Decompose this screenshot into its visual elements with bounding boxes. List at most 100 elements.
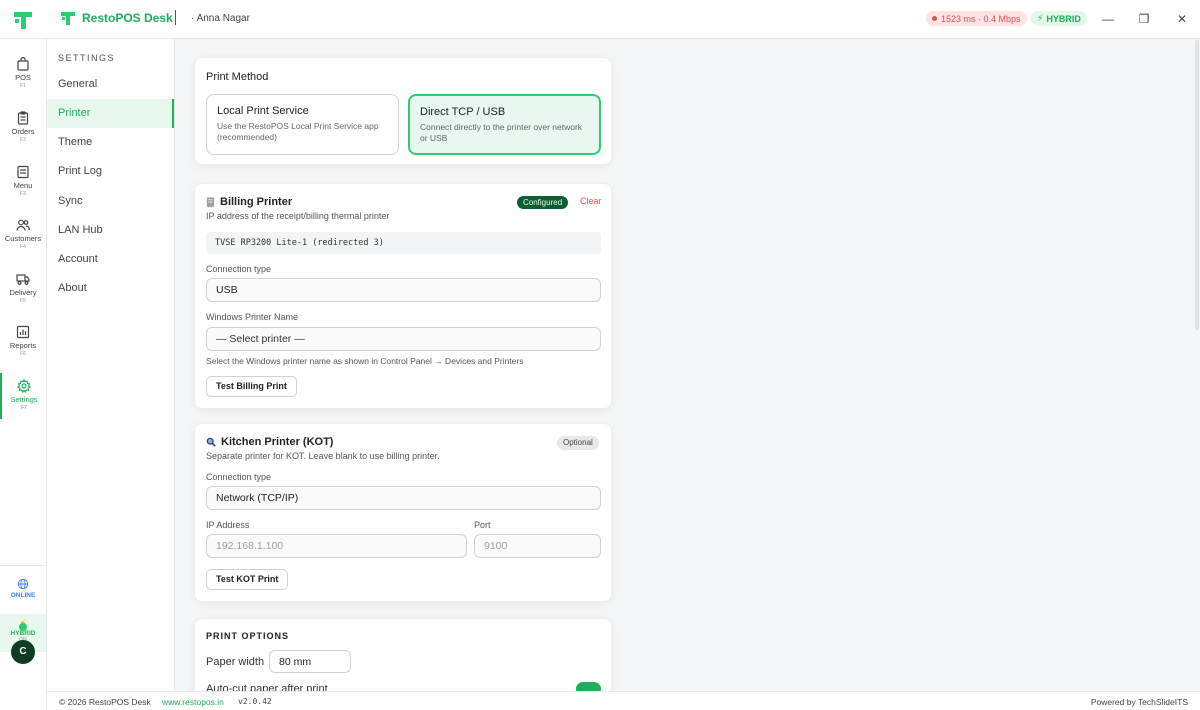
content-scrollbar[interactable]	[1195, 40, 1199, 330]
online-dot-icon	[19, 623, 27, 631]
rail-key: F7	[21, 405, 27, 411]
kitchen-title: Kitchen Printer (KOT)	[221, 436, 334, 448]
print-options-title: PRINT OPTIONS	[206, 631, 290, 641]
option-title: Local Print Service	[217, 105, 309, 117]
website-link[interactable]: www.restopos.in	[162, 697, 224, 707]
clipboard-icon	[17, 111, 29, 125]
brand-separator	[175, 10, 176, 25]
rail-item-delivery[interactable]: Delivery F5	[0, 266, 46, 312]
brand: RestoPOS Desk	[60, 10, 173, 26]
online-status[interactable]: ONLINE	[0, 578, 46, 599]
settings-heading: SETTINGS	[58, 53, 116, 63]
lightning-icon: ⚡	[1037, 13, 1044, 23]
bar-chart-icon	[16, 325, 30, 339]
restore-button[interactable]: ❐	[1137, 12, 1151, 26]
menu-list-icon	[17, 165, 29, 179]
avatar[interactable]: C	[11, 640, 35, 664]
rail-divider	[0, 565, 46, 566]
top-bar: RestoPOS Desk · Anna Nagar 1523 ms · 0.4…	[0, 0, 1200, 39]
nav-item-theme[interactable]: Theme	[47, 128, 174, 157]
nav-item-sync[interactable]: Sync	[47, 187, 174, 216]
rail-label: Menu	[13, 181, 33, 190]
rail-item-reports[interactable]: Reports F6	[0, 319, 46, 365]
copyright: © 2026 RestoPOS Desk	[59, 697, 151, 707]
windows-printer-select[interactable]: — Select printer —	[206, 327, 601, 351]
app-logo-icon[interactable]	[12, 9, 34, 31]
port-input[interactable]: 9100	[474, 534, 601, 558]
option-local-print-service[interactable]: Local Print Service Use the RestoPOS Loc…	[206, 94, 399, 155]
latency-dot-icon	[932, 16, 937, 21]
kitchen-title-row: Kitchen Printer (KOT)	[206, 436, 333, 448]
nav-item-print-log[interactable]: Print Log	[47, 157, 174, 186]
billing-printer-card: Billing Printer IP address of the receip…	[194, 183, 612, 409]
clear-link[interactable]: Clear	[580, 196, 602, 206]
billing-subtitle: IP address of the receipt/billing therma…	[206, 211, 390, 221]
location-label: · Anna Nagar	[191, 13, 250, 24]
rail-key: F4	[20, 244, 26, 250]
globe-icon	[17, 578, 29, 590]
rail-key: F1	[20, 83, 26, 89]
location-prefix: ·	[191, 13, 195, 24]
billing-conn-label: Connection type	[206, 264, 272, 274]
port-label: Port	[474, 520, 491, 530]
search-icon	[206, 437, 216, 447]
detected-printer: TVSE RP3200 Lite-1 (redirected 3)	[206, 232, 601, 254]
rail-item-pos[interactable]: POS F1	[0, 51, 46, 97]
nav-item-printer[interactable]: Printer	[47, 99, 174, 128]
kitchen-conn-label: Connection type	[206, 472, 272, 482]
test-billing-print-button[interactable]: Test Billing Print	[206, 376, 297, 397]
rail-label: Reports	[9, 341, 37, 350]
version: v2.0.42	[238, 697, 272, 706]
rail-label: Customers	[4, 234, 42, 243]
rail-item-settings[interactable]: Settings F7	[0, 373, 46, 419]
ip-address-label: IP Address	[206, 520, 250, 530]
kitchen-subtitle: Separate printer for KOT. Leave blank to…	[206, 451, 440, 461]
hybrid-label: HYBRID	[10, 630, 36, 637]
option-direct-tcp-usb[interactable]: Direct TCP / USB Connect directly to the…	[408, 94, 601, 155]
option-desc: Connect directly to the printer over net…	[420, 122, 583, 143]
configured-badge: Configured	[517, 196, 569, 209]
settings-nav: SETTINGS General Printer Theme Print Log…	[47, 39, 175, 691]
nav-item-lan-hub[interactable]: LAN Hub	[47, 216, 174, 245]
users-icon	[16, 219, 30, 231]
footer: © 2026 RestoPOS Desk www.restopos.in v2.…	[47, 691, 1200, 710]
latency-text: 1523 ms · 0.4 Mbps	[941, 13, 1021, 24]
gear-icon	[17, 379, 31, 393]
ip-address-input[interactable]: 192.168.1.100	[206, 534, 467, 558]
left-rail: POS F1 Orders F2 Menu F3 Customers F4 De…	[0, 39, 47, 710]
mode-badge[interactable]: ⚡ HYBRID	[1031, 11, 1087, 26]
online-label: ONLINE	[10, 592, 36, 599]
rail-item-menu[interactable]: Menu F3	[0, 159, 46, 205]
optional-badge: Optional	[557, 436, 599, 450]
nav-item-about[interactable]: About	[47, 274, 174, 303]
option-title: Direct TCP / USB	[420, 106, 506, 118]
test-kot-print-button[interactable]: Test KOT Print	[206, 569, 289, 590]
windows-printer-label: Windows Printer Name	[206, 312, 299, 322]
location-name: Anna Nagar	[196, 13, 250, 24]
close-button[interactable]: ✕	[1175, 12, 1189, 26]
kitchen-connection-select[interactable]: Network (TCP/IP)	[206, 486, 601, 510]
nav-item-account[interactable]: Account	[47, 245, 174, 274]
print-method-card: Print Method Local Print Service Use the…	[194, 57, 612, 165]
shopping-bag-icon	[17, 57, 29, 71]
truck-icon	[16, 274, 30, 285]
paper-width-label: Paper width	[206, 656, 265, 668]
billing-connection-select[interactable]: USB	[206, 278, 601, 302]
latency-badge: 1523 ms · 0.4 Mbps	[926, 11, 1027, 26]
brand-logo-icon	[61, 12, 75, 25]
windows-printer-hint: Select the Windows printer name as shown…	[206, 356, 524, 366]
rail-key: F5	[20, 298, 26, 304]
rail-key: F3	[20, 191, 26, 197]
billing-title: Billing Printer	[220, 196, 293, 208]
receipt-icon	[206, 197, 215, 207]
paper-width-select[interactable]: 80 mm	[269, 650, 351, 673]
powered-by: Powered by TechSlideITS	[1090, 697, 1188, 707]
rail-item-orders[interactable]: Orders F2	[0, 105, 46, 151]
kitchen-printer-card: Kitchen Printer (KOT) Separate printer f…	[194, 423, 612, 602]
nav-item-general[interactable]: General	[47, 70, 174, 99]
rail-label: Delivery	[9, 288, 37, 297]
minimize-button[interactable]: —	[1101, 12, 1115, 26]
print-method-title: Print Method	[206, 71, 269, 83]
rail-item-customers[interactable]: Customers F4	[0, 212, 46, 258]
rail-label: Settings	[10, 395, 38, 404]
